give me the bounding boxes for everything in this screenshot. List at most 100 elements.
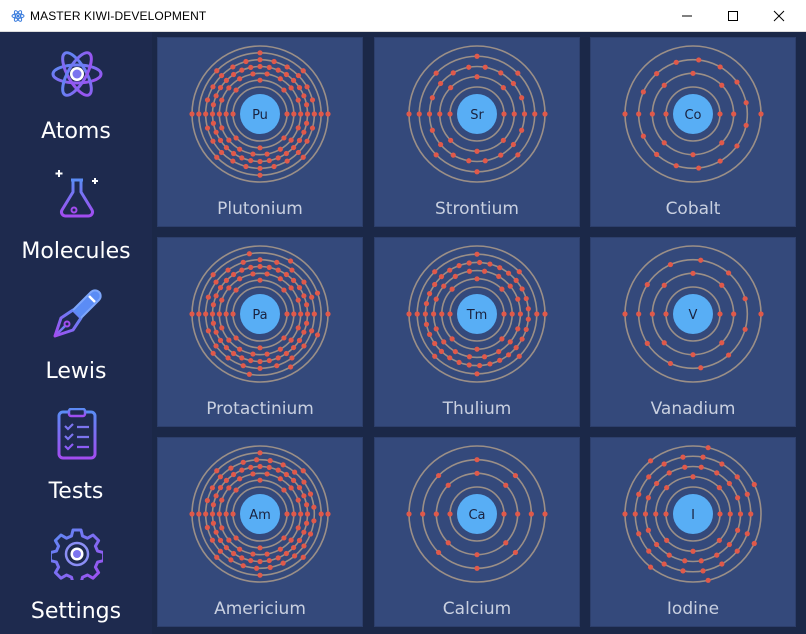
- electron: [474, 53, 480, 59]
- atom-grid: Pu Plutonium Sr Strontium Co Cobalt Pa P…: [152, 32, 806, 634]
- electron: [292, 553, 298, 559]
- electron: [498, 70, 504, 76]
- electron: [226, 285, 232, 291]
- electron: [661, 461, 667, 467]
- electron: [431, 311, 437, 317]
- electron: [304, 311, 311, 317]
- electron: [213, 279, 219, 285]
- electron: [292, 469, 298, 475]
- electron: [648, 458, 654, 464]
- electron: [666, 552, 672, 558]
- sidebar-item-lewis[interactable]: Lewis: [0, 272, 152, 392]
- atom-card-strontium[interactable]: Sr Strontium: [374, 37, 580, 227]
- electron: [500, 137, 506, 143]
- electron: [521, 111, 528, 117]
- electron: [257, 345, 263, 351]
- sidebar-item-molecules[interactable]: Molecules: [0, 152, 152, 272]
- electron: [497, 265, 503, 271]
- electron: [237, 546, 243, 552]
- electron: [311, 111, 317, 117]
- electron: [435, 549, 442, 556]
- atom-card-cobalt[interactable]: Co Cobalt: [590, 37, 796, 227]
- electron: [735, 527, 741, 533]
- electron: [751, 481, 757, 488]
- electron: [700, 568, 706, 574]
- electron: [646, 474, 652, 480]
- sidebar-item-label: Molecules: [21, 239, 131, 264]
- electron: [274, 259, 280, 265]
- electron: [698, 464, 704, 470]
- electron: [734, 474, 740, 480]
- electron: [433, 152, 439, 158]
- electron: [288, 137, 294, 143]
- atom-card-americium[interactable]: Am Americium: [157, 437, 363, 627]
- electron: [482, 158, 488, 164]
- electron: [275, 355, 281, 361]
- electron: [438, 80, 444, 87]
- electron: [304, 84, 310, 90]
- close-button[interactable]: [756, 0, 802, 32]
- atom-card-plutonium[interactable]: Pu Plutonium: [157, 37, 363, 227]
- electron: [240, 259, 246, 265]
- electron: [474, 457, 480, 463]
- electron: [291, 311, 297, 317]
- electron: [661, 561, 667, 567]
- electron: [266, 357, 272, 364]
- electron: [645, 527, 651, 533]
- electron: [519, 95, 525, 101]
- electron: [663, 511, 669, 517]
- electron: [216, 511, 222, 517]
- electron: [450, 152, 456, 158]
- electron: [664, 537, 670, 543]
- electron: [445, 540, 451, 546]
- electron: [429, 95, 435, 101]
- electron: [744, 491, 750, 497]
- electron: [509, 311, 515, 317]
- electron: [303, 520, 310, 526]
- electron: [314, 290, 321, 296]
- electron: [239, 467, 245, 473]
- atom-card-protactinium[interactable]: Pa Protactinium: [157, 237, 363, 427]
- atom-card-calcium[interactable]: Ca Calcium: [374, 437, 580, 627]
- sidebar-item-tests[interactable]: Tests: [0, 392, 152, 512]
- atom-card-vanadium[interactable]: V Vanadium: [590, 237, 796, 427]
- electron: [225, 267, 231, 273]
- electron: [663, 311, 669, 317]
- electron: [210, 520, 217, 526]
- electron: [474, 346, 480, 352]
- sidebar-item-atoms[interactable]: Atoms: [0, 32, 152, 152]
- electron: [250, 271, 256, 277]
- atom-card-iodine[interactable]: I Iodine: [590, 437, 796, 627]
- minimize-button[interactable]: [664, 0, 710, 32]
- electron: [498, 152, 504, 158]
- electron: [290, 77, 297, 84]
- atom-icon: [51, 51, 103, 97]
- electron: [448, 85, 454, 91]
- bohr-diagram: Pa: [189, 245, 331, 383]
- electron: [717, 111, 723, 117]
- electron: [510, 80, 516, 87]
- electron: [542, 111, 548, 117]
- electron: [714, 552, 720, 558]
- electron: [250, 151, 256, 157]
- electron: [719, 82, 725, 88]
- electron: [505, 352, 512, 358]
- electron: [474, 276, 480, 282]
- electron: [542, 511, 548, 517]
- electron: [217, 548, 223, 554]
- electron: [210, 138, 216, 144]
- atom-card-thulium[interactable]: Tm Thulium: [374, 237, 580, 427]
- electron: [281, 87, 287, 93]
- electron: [223, 311, 229, 317]
- maximize-button[interactable]: [710, 0, 756, 32]
- electron: [239, 267, 245, 273]
- electron: [217, 285, 224, 291]
- electron: [267, 458, 273, 464]
- electron: [503, 482, 509, 488]
- electron: [661, 140, 667, 146]
- electron: [414, 311, 420, 317]
- sidebar-item-settings[interactable]: Settings: [0, 512, 152, 632]
- electron: [219, 297, 225, 303]
- electron: [466, 354, 473, 360]
- electron: [264, 151, 270, 157]
